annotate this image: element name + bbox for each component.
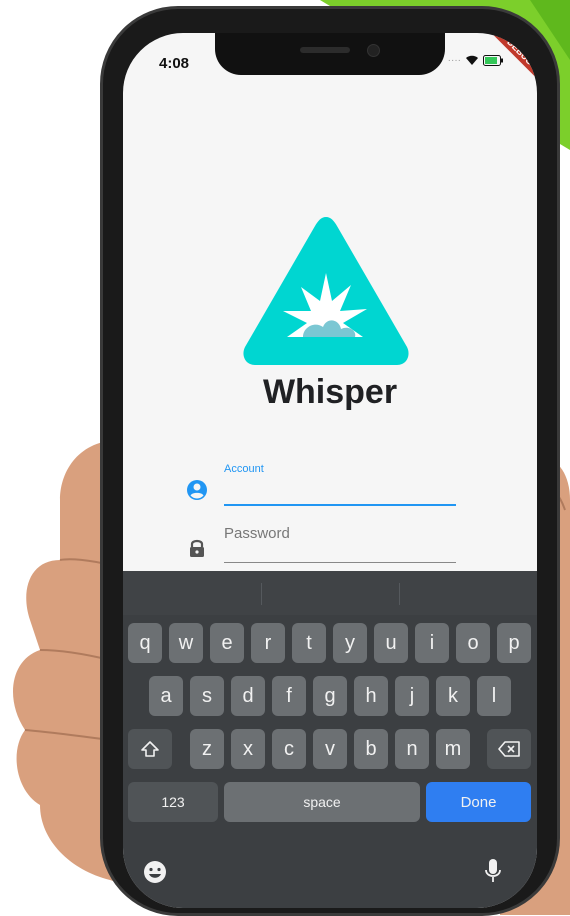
password-underline bbox=[224, 562, 456, 563]
status-time: 4:08 bbox=[159, 55, 190, 72]
key-e[interactable]: e bbox=[210, 623, 244, 663]
password-field[interactable]: Password bbox=[186, 519, 456, 565]
emoji-icon[interactable] bbox=[143, 860, 167, 884]
battery-icon bbox=[483, 55, 503, 66]
key-h[interactable]: h bbox=[354, 676, 388, 716]
whisper-logo-icon bbox=[243, 217, 409, 365]
key-c[interactable]: c bbox=[272, 729, 306, 769]
done-key[interactable]: Done bbox=[426, 782, 531, 822]
key-y[interactable]: y bbox=[333, 623, 367, 663]
key-o[interactable]: o bbox=[456, 623, 490, 663]
key-w[interactable]: w bbox=[169, 623, 203, 663]
app-title: Whisper bbox=[262, 373, 398, 411]
key-r[interactable]: r bbox=[251, 623, 285, 663]
key-u[interactable]: u bbox=[374, 623, 408, 663]
account-circle-icon bbox=[187, 480, 207, 500]
key-j[interactable]: j bbox=[395, 676, 429, 716]
phone-frame: 4:08 ···· DEBUG Whisper Account Password… bbox=[100, 6, 560, 916]
wifi-icon bbox=[466, 55, 478, 65]
phone-screen: 4:08 ···· DEBUG Whisper Account Password… bbox=[123, 33, 537, 908]
key-v[interactable]: v bbox=[313, 729, 347, 769]
status-icons: ···· bbox=[448, 55, 503, 66]
phone-notch bbox=[215, 33, 445, 75]
space-key[interactable]: space bbox=[224, 782, 420, 822]
lock-icon bbox=[190, 539, 204, 557]
shift-key[interactable] bbox=[128, 729, 172, 769]
account-underline bbox=[224, 504, 456, 506]
key-g[interactable]: g bbox=[313, 676, 347, 716]
suggestion-divider bbox=[399, 583, 400, 605]
microphone-icon[interactable] bbox=[485, 858, 501, 884]
key-a[interactable]: a bbox=[149, 676, 183, 716]
key-t[interactable]: t bbox=[292, 623, 326, 663]
key-q[interactable]: q bbox=[128, 623, 162, 663]
key-k[interactable]: k bbox=[436, 676, 470, 716]
backspace-icon bbox=[498, 741, 520, 757]
shift-icon bbox=[141, 741, 159, 757]
password-placeholder: Password bbox=[224, 525, 290, 542]
numbers-key[interactable]: 123 bbox=[128, 782, 218, 822]
front-camera bbox=[367, 44, 380, 57]
key-p[interactable]: p bbox=[497, 623, 531, 663]
key-x[interactable]: x bbox=[231, 729, 265, 769]
signal-icon: ···· bbox=[447, 55, 461, 66]
backspace-key[interactable] bbox=[487, 729, 531, 769]
key-b[interactable]: b bbox=[354, 729, 388, 769]
key-f[interactable]: f bbox=[272, 676, 306, 716]
key-s[interactable]: s bbox=[190, 676, 224, 716]
key-d[interactable]: d bbox=[231, 676, 265, 716]
keyboard-suggestion-bar bbox=[123, 571, 537, 615]
onscreen-keyboard: q w e r t y u i o p a s d f g h j k l z … bbox=[123, 571, 537, 908]
key-i[interactable]: i bbox=[415, 623, 449, 663]
suggestion-divider bbox=[261, 583, 262, 605]
speaker-grille bbox=[300, 47, 350, 53]
account-label: Account bbox=[224, 463, 264, 475]
key-l[interactable]: l bbox=[477, 676, 511, 716]
account-field[interactable]: Account bbox=[186, 457, 456, 509]
key-n[interactable]: n bbox=[395, 729, 429, 769]
key-z[interactable]: z bbox=[190, 729, 224, 769]
key-m[interactable]: m bbox=[436, 729, 470, 769]
